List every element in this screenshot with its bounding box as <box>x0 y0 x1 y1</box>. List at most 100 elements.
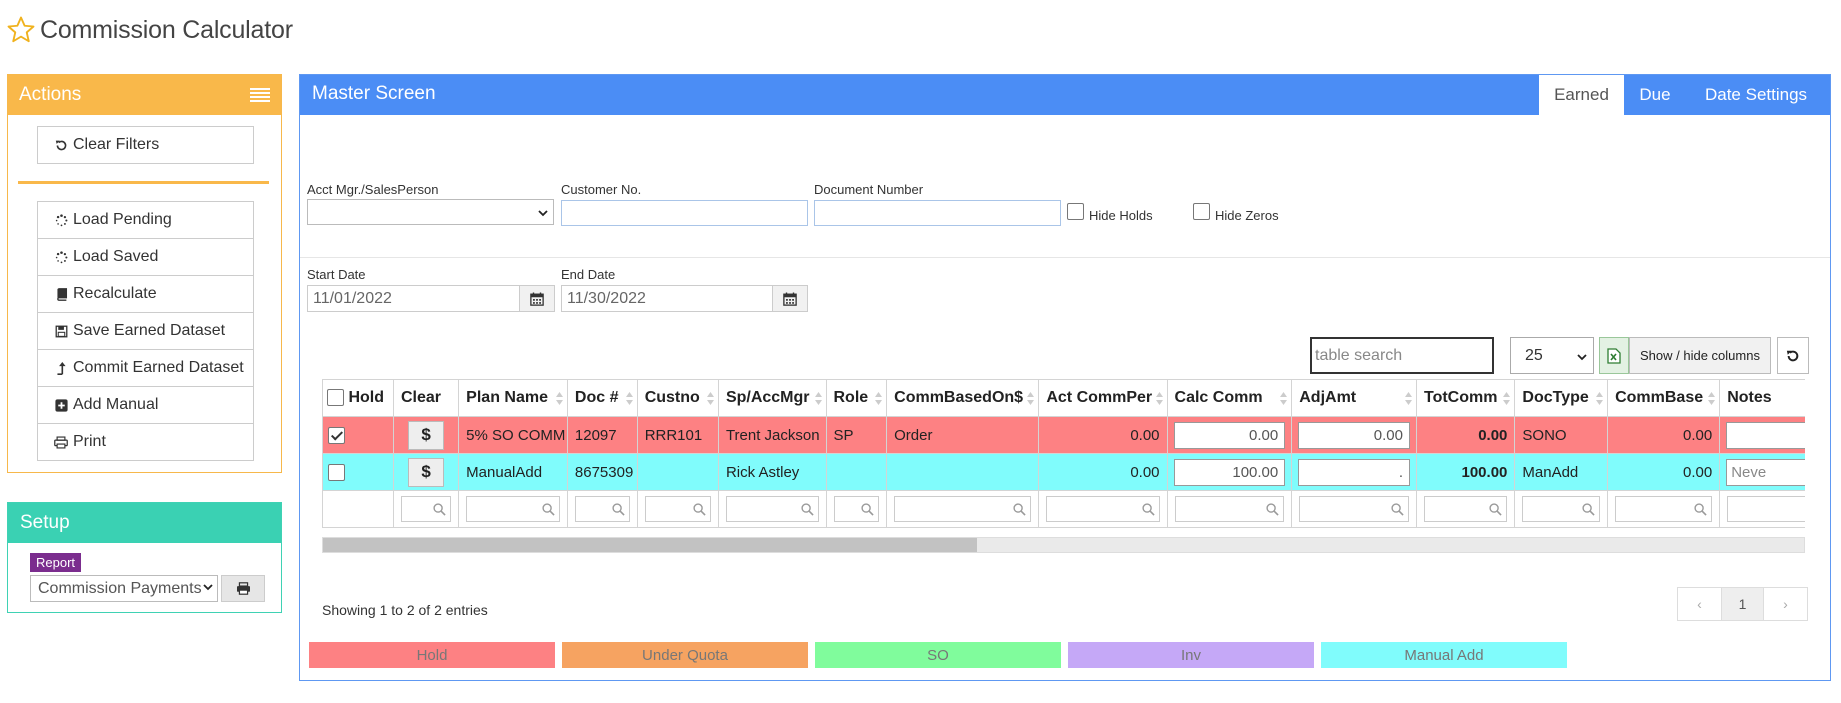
column-header-act-comm-per[interactable]: Act CommPer <box>1038 379 1168 417</box>
calc-comm-input[interactable]: 0.00 <box>1173 421 1286 449</box>
master-panel-title: Master Screen <box>312 83 436 104</box>
excel-export-button[interactable] <box>1599 337 1629 374</box>
save-earned-dataset-button[interactable]: Save Earned Dataset <box>37 312 254 350</box>
scrollbar-thumb[interactable] <box>323 538 977 552</box>
column-filter-input[interactable] <box>1727 496 1805 522</box>
acct-mgr-label: Acct Mgr./SalesPerson <box>307 182 439 197</box>
table-horizontal-scrollbar[interactable] <box>322 537 1805 553</box>
column-filter-input[interactable] <box>400 496 452 522</box>
setup-panel-header: Setup <box>8 503 281 543</box>
book-icon <box>52 287 70 301</box>
column-header-notes[interactable]: Notes <box>1719 379 1805 417</box>
hamburger-menu-icon[interactable] <box>250 88 270 102</box>
column-filter-input[interactable] <box>574 496 630 522</box>
column-header-doc[interactable]: Doc # <box>566 379 638 417</box>
tab-earned[interactable]: Earned <box>1539 75 1624 115</box>
recalculate-button[interactable]: Recalculate <box>37 275 254 313</box>
hide-holds-checkbox[interactable] <box>1067 203 1084 220</box>
column-filter-input[interactable] <box>894 496 1032 522</box>
sort-icon <box>814 392 822 405</box>
setup-panel: Setup Report Commission Payments <box>7 502 282 613</box>
load-saved-button[interactable]: Load Saved <box>37 238 254 276</box>
column-header-tot-comm[interactable]: TotComm <box>1415 379 1516 417</box>
select-all-hold-checkbox[interactable] <box>327 389 344 407</box>
table-row[interactable]: $ ManualAdd 8675309 Rick Astley 0.00 100… <box>322 453 1805 491</box>
column-header-doc-type[interactable]: DocType <box>1514 379 1609 417</box>
column-header-label: Role <box>833 389 869 406</box>
adj-amt-input[interactable]: . <box>1298 458 1410 486</box>
end-date-input[interactable]: 11/30/2022 <box>561 285 774 312</box>
document-number-input[interactable] <box>814 200 1061 226</box>
tab-due[interactable]: Due <box>1624 75 1686 115</box>
column-header-label: Sp/AccMgr <box>725 389 810 406</box>
column-filter-input[interactable] <box>1423 496 1508 522</box>
notes-input[interactable]: Neve <box>1726 458 1805 486</box>
acct-mgr-select[interactable] <box>307 199 554 225</box>
add-manual-button[interactable]: Add Manual <box>37 386 254 424</box>
column-header-clear[interactable]: Clear <box>392 379 460 417</box>
column-header-label: Plan Name <box>466 389 548 406</box>
table-search-input[interactable]: table search <box>1310 337 1494 374</box>
customer-no-input[interactable] <box>561 200 808 226</box>
column-filter-input[interactable] <box>1299 496 1409 522</box>
hold-checkbox[interactable] <box>328 426 345 444</box>
pagination-page-button[interactable]: 1 <box>1721 588 1764 620</box>
column-header-calc-comm[interactable]: Calc Comm <box>1166 379 1293 417</box>
spinner-icon <box>52 250 70 264</box>
comm-based-on-cell <box>886 453 1040 491</box>
load-pending-button[interactable]: Load Pending <box>37 201 254 239</box>
notes-input[interactable] <box>1726 421 1805 449</box>
save-earned-dataset-label: Save Earned Dataset <box>73 322 226 339</box>
reset-table-button[interactable] <box>1777 337 1809 374</box>
commit-earned-dataset-button[interactable]: Commit Earned Dataset <box>37 349 254 387</box>
hold-checkbox[interactable] <box>328 463 345 481</box>
calc-comm-input[interactable]: 100.00 <box>1173 458 1286 486</box>
column-filter-input[interactable] <box>1046 496 1160 522</box>
search-icon <box>1391 503 1404 516</box>
column-header-sp-accmgr[interactable]: Sp/AccMgr <box>717 379 827 417</box>
pagination-next-button[interactable]: › <box>1764 588 1807 620</box>
column-filter-input[interactable] <box>1615 496 1713 522</box>
doc-cell: 12097 <box>566 416 638 454</box>
start-date-input[interactable]: 11/01/2022 <box>307 285 520 312</box>
search-icon <box>1694 503 1707 516</box>
sort-icon <box>706 392 714 405</box>
report-print-button[interactable] <box>221 575 265 602</box>
column-filter-input[interactable] <box>833 496 880 522</box>
search-icon <box>612 503 625 516</box>
column-filter-input[interactable] <box>644 496 711 522</box>
column-filter-input[interactable] <box>1174 496 1285 522</box>
column-header-comm-base[interactable]: CommBase <box>1607 379 1721 417</box>
clear-filters-button[interactable]: Clear Filters <box>37 126 254 164</box>
column-header-adj-amt[interactable]: AdjAmt <box>1291 379 1417 417</box>
column-filter-input[interactable] <box>725 496 819 522</box>
adj-amt-input[interactable]: 0.00 <box>1298 421 1410 449</box>
pagination-previous-button[interactable]: ‹ <box>1678 588 1721 620</box>
column-header-comm-based-on[interactable]: CommBasedOn$ <box>886 379 1040 417</box>
start-date-value: 11/01/2022 <box>313 289 392 307</box>
search-icon <box>861 503 874 516</box>
star-outline-icon[interactable] <box>6 15 36 45</box>
search-icon <box>1141 503 1155 516</box>
column-header-role[interactable]: Role <box>825 379 888 417</box>
doc-type-cell: SONO <box>1514 416 1609 454</box>
report-select[interactable]: Commission Payments <box>30 575 218 602</box>
sort-icon <box>1503 392 1511 405</box>
table-row[interactable]: $ 5% SO COMM 12097 RRR101 Trent Jackson … <box>322 416 1805 454</box>
end-date-picker-button[interactable] <box>772 285 808 312</box>
clear-dollar-button[interactable]: $ <box>408 420 445 450</box>
show-hide-columns-button[interactable]: Show / hide columns <box>1629 337 1771 374</box>
column-header-plan-name[interactable]: Plan Name <box>458 379 568 417</box>
column-filter-input[interactable] <box>1522 496 1601 522</box>
clear-dollar-button[interactable]: $ <box>408 457 445 487</box>
start-date-picker-button[interactable] <box>519 285 555 312</box>
column-header-custno[interactable]: Custno <box>636 379 719 417</box>
actions-panel-title: Actions <box>19 84 82 105</box>
page-size-select[interactable]: 25 <box>1510 337 1594 374</box>
page-title: Commission Calculator <box>40 15 293 44</box>
print-button[interactable]: Print <box>37 423 254 461</box>
hide-zeros-checkbox[interactable] <box>1193 203 1210 220</box>
tab-date-settings[interactable]: Date Settings <box>1686 75 1826 115</box>
column-header-hold[interactable]: Hold <box>322 379 394 417</box>
column-filter-input[interactable] <box>466 496 560 522</box>
